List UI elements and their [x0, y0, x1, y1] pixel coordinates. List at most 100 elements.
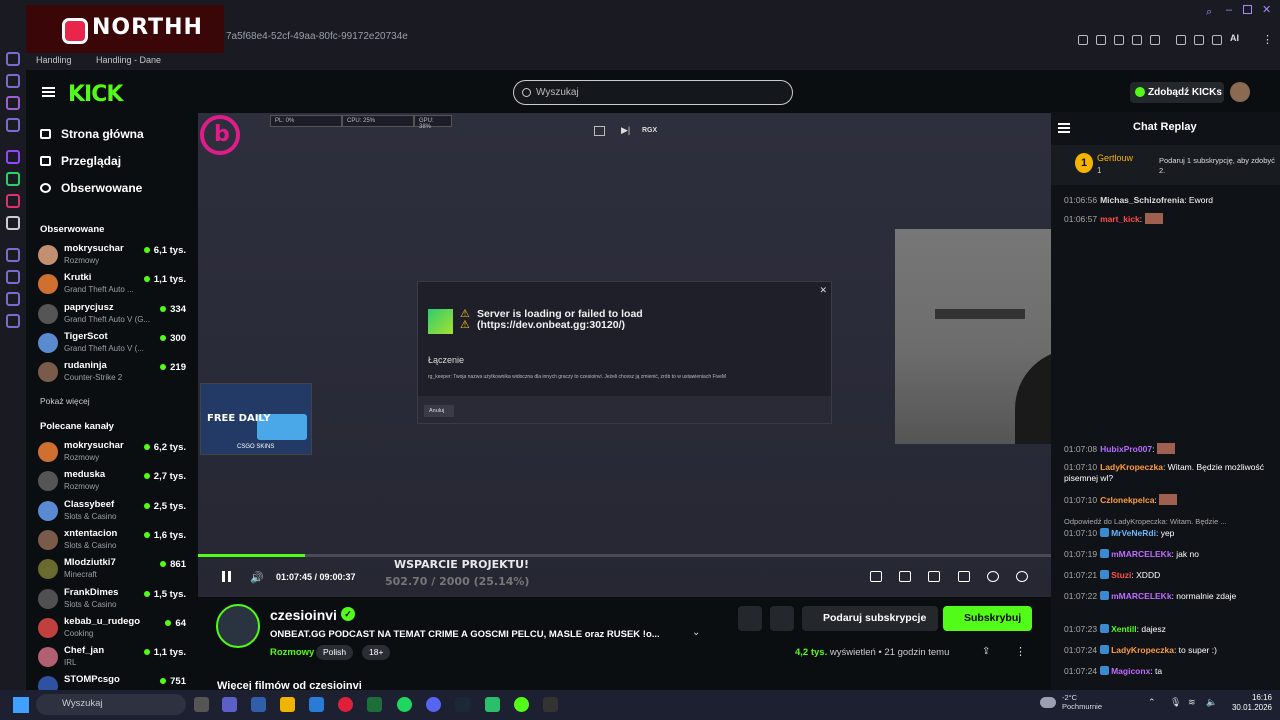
stream-category[interactable]: Rozmowy — [270, 647, 314, 658]
steam-icon[interactable] — [455, 697, 470, 712]
app-icon[interactable] — [485, 697, 500, 712]
weather-widget[interactable]: -2°C Pochmurnie — [1062, 693, 1102, 711]
chat-username[interactable]: Czlonekpelca — [1100, 495, 1154, 505]
discord-icon[interactable] — [426, 697, 441, 712]
whatsapp-icon[interactable] — [6, 172, 20, 186]
menu-icon[interactable]: ⋮ — [1262, 33, 1273, 46]
chat-username[interactable]: mMARCELEKk — [1111, 549, 1171, 559]
heart-icon[interactable] — [1150, 35, 1160, 45]
sidebar-channel-xntentacion[interactable]: xntentacion Slots & Casino 1,6 tys. — [38, 527, 188, 555]
windows-start-icon[interactable] — [13, 697, 29, 713]
streamer-avatar[interactable] — [216, 604, 260, 648]
app-icon[interactable] — [514, 697, 529, 712]
close-icon[interactable]: ✕ — [819, 285, 827, 296]
cancel-button[interactable]: Anuluj — [424, 405, 454, 417]
pause-icon[interactable] — [222, 571, 231, 582]
user-avatar[interactable] — [1230, 82, 1250, 102]
opera-icon[interactable] — [338, 697, 353, 712]
gift-subscription-button[interactable]: Podaruj subskrypcje — [802, 606, 938, 631]
sidebar-channel-Classybeef[interactable]: Classybeef Slots & Casino 2,5 tys. — [38, 498, 188, 526]
play-icon[interactable] — [1132, 35, 1142, 45]
chat-collapse-icon[interactable] — [1058, 123, 1070, 125]
sidebar-channel-kebab_u_rudego[interactable]: kebab_u_rudego Cooking 64 — [38, 615, 188, 643]
external-icon[interactable] — [594, 126, 605, 136]
sidebar-channel-Chef_jan[interactable]: Chef_jan IRL 1,1 tys. — [38, 644, 188, 672]
x-icon[interactable] — [6, 216, 20, 230]
tag-18plus[interactable]: 18+ — [362, 645, 391, 660]
maximize-icon[interactable] — [1243, 5, 1252, 14]
shield-icon[interactable] — [1114, 35, 1124, 45]
camera-icon[interactable] — [1194, 35, 1204, 45]
minimize-icon[interactable]: – — [1226, 4, 1232, 16]
close-icon[interactable]: ✕ — [1262, 3, 1271, 16]
xbox-icon[interactable] — [367, 697, 382, 712]
chat-username[interactable]: HubixPro007 — [1100, 444, 1152, 454]
bookmark-handling[interactable]: Handling — [36, 55, 72, 65]
speed-icon[interactable] — [987, 571, 999, 582]
search-icon[interactable]: ⌕ — [1206, 6, 1212, 19]
get-kicks-button[interactable]: Zdobądź KICKs — [1130, 82, 1224, 103]
wifi-icon[interactable]: ≋ — [1188, 697, 1196, 708]
chat-username[interactable]: Michas_Schizofrenia — [1100, 195, 1184, 205]
skip-icon[interactable]: ▶| — [621, 125, 630, 136]
show-more-link[interactable]: Pokaż więcej — [40, 396, 90, 406]
sidebar-channel-FrankDimes[interactable]: FrankDimes Slots & Casino 1,5 tys. — [38, 586, 188, 614]
tab-icon[interactable] — [1096, 35, 1106, 45]
sidebar-channel-Mlodziutki7[interactable]: Mlodziutki7 Minecraft 861 — [38, 556, 188, 584]
sidebar-channel-meduska[interactable]: meduska Rozmowy 2,7 tys. — [38, 468, 188, 496]
chat-username[interactable]: mMARCELEKk — [1111, 591, 1171, 601]
csgo-skins-ad[interactable]: FREE DAILY CSGO SKINS — [200, 383, 312, 455]
history-icon[interactable] — [6, 52, 20, 66]
theater-icon[interactable] — [928, 571, 940, 582]
explorer-icon[interactable] — [280, 697, 295, 712]
follow-heart-button[interactable] — [770, 606, 794, 631]
instagram-icon[interactable] — [6, 194, 20, 208]
bookmark-handling-dane[interactable]: Handling - Dane — [96, 55, 161, 65]
chat-username[interactable]: MrVeNeRdi — [1111, 528, 1156, 538]
system-clock[interactable]: 16:16 30.01.2026 — [1226, 693, 1272, 713]
box-icon[interactable] — [6, 270, 20, 284]
sidebar-channel-TigerScot[interactable]: TigerScot Grand Theft Auto V (... 300 — [38, 330, 188, 358]
search-input[interactable]: Wyszukaj — [513, 80, 793, 105]
music-icon[interactable] — [6, 74, 20, 88]
sidebar-channel-Krutki[interactable]: Krutki Grand Theft Auto ... 1,1 tys. — [38, 271, 188, 299]
chat-username[interactable]: Xentill — [1111, 624, 1137, 634]
extensions-icon[interactable] — [6, 292, 20, 306]
messenger-icon[interactable] — [6, 118, 20, 132]
gift-prompt[interactable]: Podaruj 1 subskrypcję, aby zdobyć 2. — [1159, 156, 1279, 176]
pin-icon[interactable] — [1078, 35, 1088, 45]
nav-home[interactable]: Strona główna — [40, 127, 144, 141]
chat-username[interactable]: LadyKropeczka — [1100, 462, 1163, 472]
task-view-icon[interactable] — [194, 697, 209, 712]
subscribe-button[interactable]: Subskrybuj — [943, 606, 1032, 631]
nav-following[interactable]: Obserwowane — [40, 181, 142, 195]
sidebar-channel-rudaninja[interactable]: rudaninja Counter-Strike 2 219 — [38, 359, 188, 387]
clock-icon[interactable] — [6, 248, 20, 262]
chat-username[interactable]: mart_kick — [1100, 214, 1140, 224]
progress-bar[interactable] — [198, 554, 1051, 557]
extensions-icon[interactable] — [1176, 35, 1186, 45]
chevron-up-icon[interactable]: ⌃ — [1148, 697, 1156, 708]
speaker-icon[interactable]: 🔈 — [1206, 697, 1217, 708]
chat-username[interactable]: Magiconx — [1111, 666, 1150, 676]
twitch-icon[interactable] — [6, 96, 20, 110]
streamer-name[interactable]: czesioinvi — [270, 607, 337, 623]
mic-icon[interactable]: 🎙 — [1170, 697, 1181, 708]
store-icon[interactable] — [251, 697, 266, 712]
sidebar-channel-mokrysuchar[interactable]: mokrysuchar Rozmowy 6,2 tys. — [38, 439, 188, 467]
teams-icon[interactable] — [222, 697, 237, 712]
tag-polish[interactable]: Polish — [316, 645, 354, 660]
ai-button[interactable]: AI — [1230, 33, 1239, 43]
notification-bell-button[interactable] — [738, 606, 762, 631]
settings-icon[interactable] — [6, 314, 20, 328]
more-options-icon[interactable]: ⋮ — [1015, 645, 1026, 658]
twitch-app-icon[interactable] — [6, 150, 20, 164]
nav-browse[interactable]: Przeglądaj — [40, 154, 121, 168]
sidebar-channel-mokrysuchar[interactable]: mokrysuchar Rozmowy 6,1 tys. — [38, 242, 188, 270]
outlook-icon[interactable] — [309, 697, 324, 712]
address-bar[interactable]: 7a5f68e4-52cf-49aa-80fc-99172e20734e — [226, 31, 408, 42]
fullscreen-icon[interactable] — [958, 571, 970, 582]
clip-icon[interactable] — [899, 571, 911, 582]
sidebar-channel-paprycjusz[interactable]: paprycjusz Grand Theft Auto V (G... 334 — [38, 301, 188, 329]
app-icon[interactable] — [543, 697, 558, 712]
